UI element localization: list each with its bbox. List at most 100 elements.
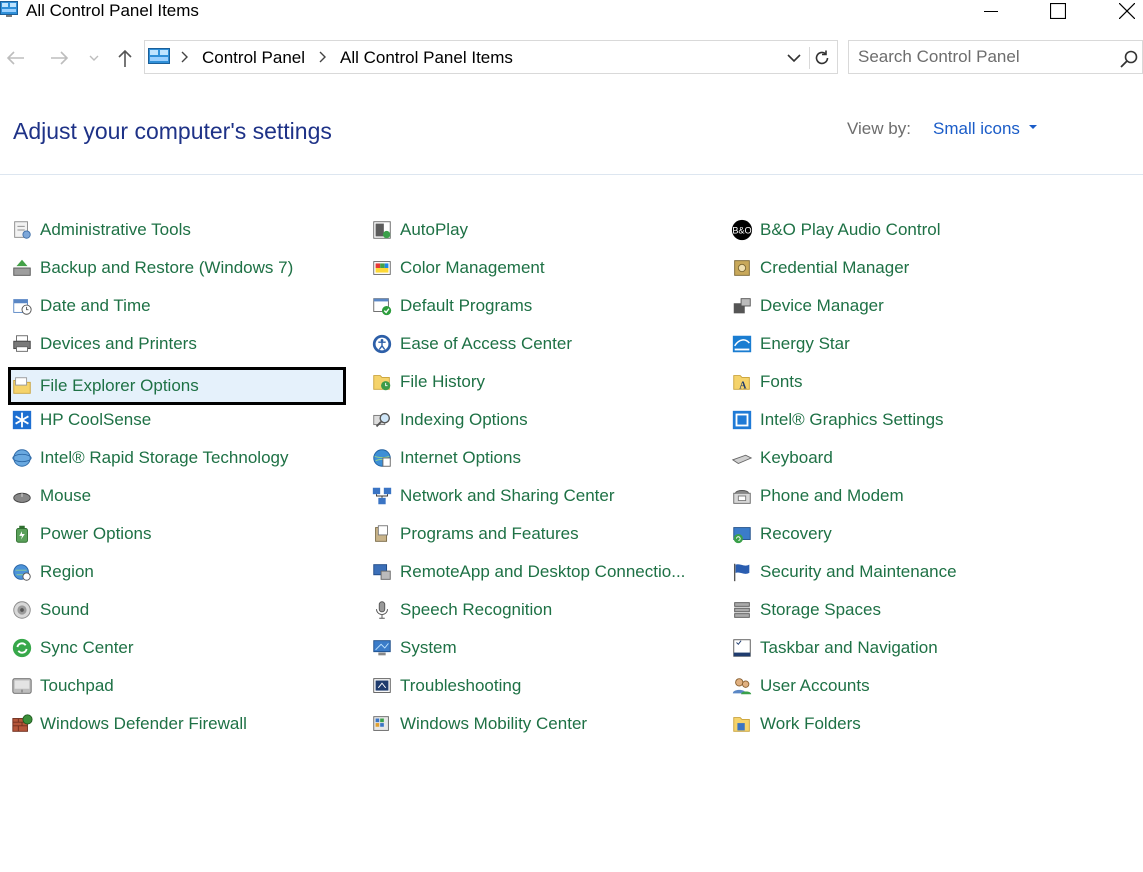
item-label: Credential Manager — [760, 258, 910, 277]
item-windows-mobility-center[interactable]: Windows Mobility Center — [370, 710, 710, 738]
maximize-icon — [1050, 3, 1066, 19]
item-sound[interactable]: Sound — [10, 596, 350, 624]
breadcrumb-all-items[interactable]: All Control Panel Items — [340, 47, 513, 69]
address-dropdown-icon[interactable] — [785, 49, 803, 67]
keyboard-icon — [730, 446, 754, 470]
intel-graphics-icon — [730, 408, 754, 432]
magnifier-icon — [370, 408, 394, 432]
item-default-programs[interactable]: Default Programs — [370, 292, 710, 320]
item-internet-options[interactable]: Internet Options — [370, 444, 710, 472]
search-icon[interactable] — [1119, 49, 1139, 69]
item-fonts[interactable]: A Fonts — [730, 368, 1070, 396]
item-programs-and-features[interactable]: Programs and Features — [370, 520, 710, 548]
item-network-and-sharing-center[interactable]: Network and Sharing Center — [370, 482, 710, 510]
svg-text:A: A — [739, 380, 747, 391]
phone-modem-icon — [730, 484, 754, 508]
item-backup-and-restore-windows-7[interactable]: Backup and Restore (Windows 7) — [10, 254, 350, 282]
view-by-dropdown[interactable]: Small icons — [933, 118, 1020, 140]
ease-of-access-icon — [370, 332, 394, 356]
troubleshoot-icon — [370, 674, 394, 698]
taskbar-icon — [730, 636, 754, 660]
breadcrumb-control-panel[interactable]: Control Panel — [202, 47, 305, 69]
item-b-o-play-audio-control[interactable]: B&O B&O Play Audio Control — [730, 216, 1070, 244]
item-sync-center[interactable]: Sync Center — [10, 634, 350, 662]
item-color-management[interactable]: Color Management — [370, 254, 710, 282]
energy-star-icon — [730, 332, 754, 356]
item-ease-of-access-center[interactable]: Ease of Access Center — [370, 330, 710, 358]
chevron-down-icon — [89, 55, 99, 61]
back-button[interactable] — [3, 46, 27, 70]
caret-down-icon[interactable] — [1029, 125, 1037, 129]
forward-button[interactable] — [48, 46, 72, 70]
item-touchpad[interactable]: Touchpad — [10, 672, 350, 700]
admin-tools-icon — [10, 218, 34, 242]
maximize-button[interactable] — [1036, 0, 1080, 22]
item-mouse[interactable]: Mouse — [10, 482, 350, 510]
up-button[interactable] — [113, 46, 137, 70]
item-storage-spaces[interactable]: Storage Spaces — [730, 596, 1070, 624]
touchpad-icon — [10, 674, 34, 698]
item-user-accounts[interactable]: User Accounts — [730, 672, 1070, 700]
item-hp-coolsense[interactable]: HP CoolSense — [10, 406, 350, 434]
refresh-icon — [815, 50, 829, 65]
item-recovery[interactable]: Recovery — [730, 520, 1070, 548]
item-label: Phone and Modem — [760, 486, 904, 505]
item-label: Intel® Rapid Storage Technology — [40, 448, 289, 467]
item-remoteapp-and-desktop-connectio[interactable]: RemoteApp and Desktop Connectio... — [370, 558, 710, 586]
storage-tech-icon — [10, 446, 34, 470]
minimize-button[interactable] — [969, 0, 1013, 22]
microphone-icon — [370, 598, 394, 622]
item-troubleshooting[interactable]: Troubleshooting — [370, 672, 710, 700]
item-label: Mouse — [40, 486, 92, 505]
system-monitor-icon — [370, 636, 394, 660]
item-file-explorer-options[interactable]: File Explorer Options — [8, 367, 346, 405]
item-phone-and-modem[interactable]: Phone and Modem — [730, 482, 1070, 510]
refresh-button[interactable] — [809, 47, 834, 69]
item-label: Sound — [40, 600, 90, 619]
network-icon — [370, 484, 394, 508]
color-management-icon — [370, 256, 394, 280]
search-input[interactable] — [858, 46, 1098, 68]
search-box[interactable] — [848, 40, 1143, 74]
item-keyboard[interactable]: Keyboard — [730, 444, 1070, 472]
item-devices-and-printers[interactable]: Devices and Printers — [10, 330, 350, 358]
item-intel-graphics-settings[interactable]: Intel® Graphics Settings — [730, 406, 1070, 434]
item-indexing-options[interactable]: Indexing Options — [370, 406, 710, 434]
control-panel-icon — [0, 1, 18, 17]
item-label: Default Programs — [400, 296, 533, 315]
item-label: Programs and Features — [400, 524, 579, 543]
item-label: Power Options — [40, 524, 152, 543]
item-label: Backup and Restore (Windows 7) — [40, 258, 294, 277]
item-label: Date and Time — [40, 296, 151, 315]
item-administrative-tools[interactable]: Administrative Tools — [10, 216, 350, 244]
item-windows-defender-firewall[interactable]: Windows Defender Firewall — [10, 710, 350, 738]
item-file-history[interactable]: File History — [370, 368, 710, 396]
item-label: Devices and Printers — [40, 334, 197, 353]
item-label: HP CoolSense — [40, 410, 152, 429]
item-power-options[interactable]: Power Options — [10, 520, 350, 548]
item-device-manager[interactable]: Device Manager — [730, 292, 1070, 320]
recent-locations-button[interactable] — [84, 46, 104, 70]
mouse-icon — [10, 484, 34, 508]
item-label: Storage Spaces — [760, 600, 881, 619]
item-date-and-time[interactable]: Date and Time — [10, 292, 350, 320]
close-button[interactable] — [1105, 0, 1143, 22]
device-manager-icon — [730, 294, 754, 318]
address-bar[interactable]: Control Panel All Control Panel Items — [144, 40, 838, 74]
item-system[interactable]: System — [370, 634, 710, 662]
mobility-center-icon — [370, 712, 394, 736]
item-autoplay[interactable]: AutoPlay — [370, 216, 710, 244]
globe-clock-icon — [10, 560, 34, 584]
item-intel-rapid-storage-technology[interactable]: Intel® Rapid Storage Technology — [10, 444, 350, 472]
item-label: Troubleshooting — [400, 676, 522, 695]
item-speech-recognition[interactable]: Speech Recognition — [370, 596, 710, 624]
storage-spaces-icon — [730, 598, 754, 622]
item-label: B&O Play Audio Control — [760, 220, 941, 239]
item-region[interactable]: Region — [10, 558, 350, 586]
item-taskbar-and-navigation[interactable]: Taskbar and Navigation — [730, 634, 1070, 662]
item-work-folders[interactable]: Work Folders — [730, 710, 1070, 738]
item-label: Sync Center — [40, 638, 134, 657]
item-security-and-maintenance[interactable]: Security and Maintenance — [730, 558, 1070, 586]
item-credential-manager[interactable]: Credential Manager — [730, 254, 1070, 282]
item-energy-star[interactable]: Energy Star — [730, 330, 1070, 358]
